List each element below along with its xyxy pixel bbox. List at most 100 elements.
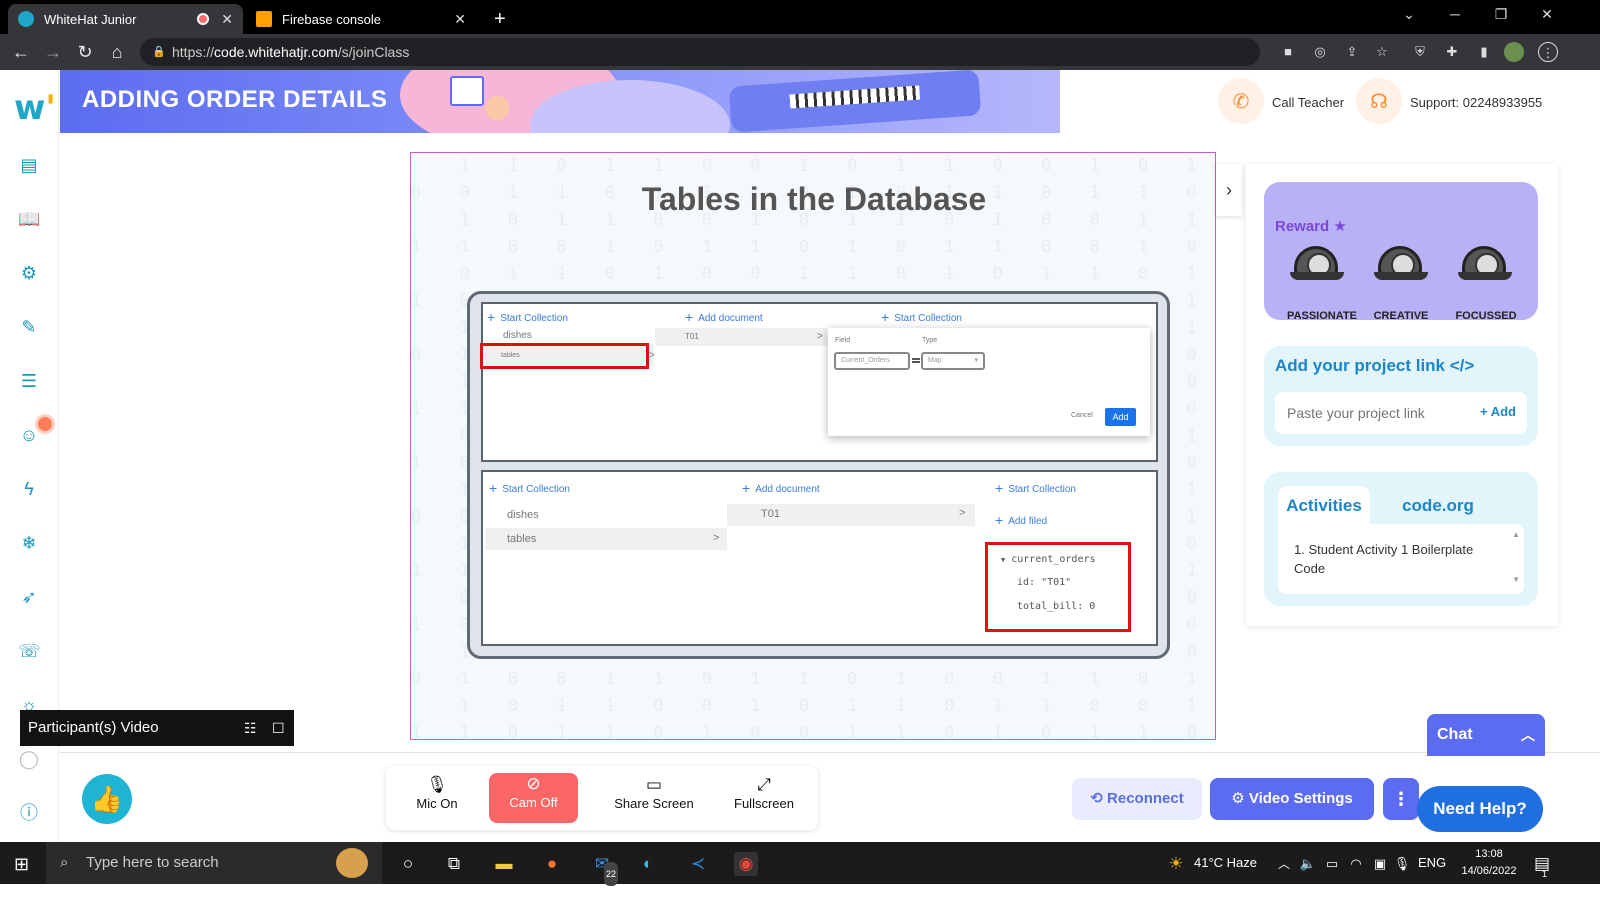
task-view-icon[interactable]: ⧉ bbox=[442, 852, 466, 876]
url-scheme: https:// bbox=[172, 44, 215, 60]
reconnect-button[interactable]: ⟲ Reconnect bbox=[1072, 778, 1202, 820]
need-help-button[interactable]: Need Help? bbox=[1417, 786, 1543, 832]
edge-icon[interactable]: ◐ bbox=[636, 852, 660, 876]
bookmark-star-icon[interactable]: ☆ bbox=[1372, 42, 1392, 62]
restore-icon[interactable]: ❐ bbox=[1486, 6, 1516, 23]
call-teacher-link[interactable]: Call Teacher bbox=[1272, 95, 1344, 110]
fullscreen-button[interactable]: ⤢ Fullscreen bbox=[726, 774, 802, 822]
volume-icon[interactable]: 🔈 bbox=[1296, 852, 1320, 876]
sidebar-info-icon[interactable]: ⓘ bbox=[18, 802, 40, 824]
tab-firebase-console[interactable]: Firebase console ✕ bbox=[246, 4, 476, 34]
reward-title: Reward ★ bbox=[1275, 218, 1347, 235]
camera-button[interactable]: ⊘ Cam Off bbox=[489, 773, 578, 823]
tab-search-icon[interactable]: ⌄ bbox=[1394, 6, 1424, 23]
thumbs-up-button[interactable]: 👍 bbox=[82, 774, 132, 824]
battery-icon[interactable]: ▭ bbox=[1320, 852, 1344, 876]
document-item: T01 bbox=[685, 332, 699, 341]
share-screen-button[interactable]: ▭ Share Screen bbox=[602, 774, 706, 822]
forward-icon[interactable]: → bbox=[40, 40, 66, 64]
student-illustration bbox=[485, 96, 509, 120]
field-label: Field bbox=[835, 337, 851, 344]
file-explorer-icon[interactable]: ▬ bbox=[492, 852, 516, 876]
taskbar-search[interactable]: ⌕ Type here to search bbox=[46, 842, 382, 884]
field-input: Current_Orders bbox=[834, 352, 910, 370]
chrome-icon[interactable]: ◉ bbox=[734, 852, 758, 876]
windows-start-icon[interactable]: ⊞ bbox=[14, 854, 29, 875]
start-collection-link: + Start Collection bbox=[487, 309, 568, 325]
tray-chevron-icon[interactable]: ︿ bbox=[1272, 852, 1296, 876]
extensions-puzzle-icon[interactable]: ✚ bbox=[1442, 42, 1462, 62]
address-bar[interactable]: 🔒 https://code.whitehatjr.com/s/joinClas… bbox=[140, 38, 1260, 66]
maximize-icon[interactable]: ☐ bbox=[272, 710, 285, 746]
notification-center-icon[interactable]: ▤ 1 bbox=[1530, 852, 1554, 879]
app-area: w' ▤ 📖 ⚙ ✎ ☰ ☺ ϟ ❄ ➶ ☏ ☼ ◯ ⓘ ADDING ORDE… bbox=[0, 70, 1600, 866]
menu-kebab-icon[interactable]: ⋮ bbox=[1538, 42, 1558, 62]
highlight-box bbox=[480, 343, 649, 369]
close-tab-icon[interactable]: ✕ bbox=[221, 11, 233, 28]
activities-list: 1. Student Activity 1 Boilerplate Code ▲… bbox=[1278, 524, 1524, 594]
sidebar-calendar-icon[interactable]: ▤ bbox=[18, 154, 40, 176]
activities-card: Activities code.org 1. Student Activity … bbox=[1264, 472, 1538, 606]
tab-activities[interactable]: Activities bbox=[1278, 486, 1370, 526]
wifi-icon[interactable]: ◠ bbox=[1344, 852, 1368, 876]
phone-icon[interactable]: ✆ bbox=[1218, 78, 1264, 124]
cortana-icon[interactable]: ○ bbox=[396, 852, 420, 876]
home-icon[interactable]: ⌂ bbox=[104, 40, 130, 64]
collapse-panel-button[interactable]: › bbox=[1216, 164, 1242, 216]
vscode-icon[interactable]: ≺ bbox=[686, 852, 710, 876]
camera-icon[interactable]: ■ bbox=[1278, 42, 1298, 62]
tab-code-org[interactable]: code.org bbox=[1388, 486, 1488, 526]
participants-label: Participant(s) Video bbox=[28, 719, 159, 736]
tracking-icon[interactable]: ◎ bbox=[1310, 42, 1330, 62]
more-options-button[interactable]: ⋮ bbox=[1383, 778, 1419, 820]
sidebar-book-icon[interactable]: 📖 bbox=[18, 208, 40, 230]
side-panel-icon[interactable]: ▮ bbox=[1474, 42, 1494, 62]
meet-now-icon[interactable]: ▣ bbox=[1368, 852, 1392, 876]
new-tab-button[interactable]: + bbox=[484, 4, 516, 34]
sidebar-document-icon[interactable]: ☰ bbox=[18, 370, 40, 392]
mic-button[interactable]: 🎙 Mic On bbox=[406, 774, 468, 822]
sidebar-rocket-icon[interactable]: ➶ bbox=[18, 586, 40, 608]
reload-icon[interactable]: ↻ bbox=[72, 40, 98, 64]
firefox-icon[interactable]: ● bbox=[540, 852, 564, 876]
list-scrollbar[interactable]: ▲ ▼ bbox=[1512, 530, 1520, 584]
back-icon[interactable]: ← bbox=[8, 40, 34, 64]
video-settings-button[interactable]: ⚙ Video Settings bbox=[1210, 778, 1374, 820]
sidebar-modules-icon[interactable]: ⚙ bbox=[18, 262, 40, 284]
cancel-button: Cancel bbox=[1071, 412, 1093, 419]
sidebar-smiley-icon[interactable]: ☺ bbox=[18, 424, 40, 446]
mail-badge: 22 bbox=[604, 862, 619, 886]
microphone-tray-icon[interactable]: 🎙 bbox=[1390, 852, 1414, 876]
firestore-panel-bottom: + Start Collection + Add document + Start C… bbox=[481, 470, 1158, 646]
shield-extension-icon[interactable]: ⛨ bbox=[1410, 42, 1430, 62]
sidebar-snowflake-icon[interactable]: ❄ bbox=[18, 532, 40, 554]
add-project-link-button[interactable]: + Add bbox=[1480, 404, 1516, 419]
sidebar-support-icon[interactable]: ☏ bbox=[18, 640, 41, 662]
language-indicator[interactable]: ENG bbox=[1418, 842, 1446, 884]
focussed-cap-icon bbox=[1456, 238, 1512, 290]
tab-whitehat-junior[interactable]: WhiteHat Junior ✕ bbox=[8, 4, 243, 34]
url-path: /s/joinClass bbox=[337, 44, 410, 60]
sidebar-notes-icon[interactable]: ✎ bbox=[18, 316, 40, 338]
weather-icon[interactable]: ☀ bbox=[1164, 852, 1188, 876]
close-tab-icon[interactable]: ✕ bbox=[454, 11, 466, 28]
sidebar-user-icon[interactable]: ◯ bbox=[18, 748, 40, 770]
profile-avatar-icon[interactable] bbox=[1504, 42, 1524, 62]
weather-text[interactable]: 41°C Haze bbox=[1194, 842, 1257, 884]
slide-title: Tables in the Database bbox=[641, 181, 987, 217]
close-window-icon[interactable]: ✕ bbox=[1532, 6, 1562, 23]
headset-icon[interactable]: ☊ bbox=[1356, 78, 1402, 124]
chat-button[interactable]: Chat ︿ bbox=[1427, 714, 1545, 756]
start-collection-link: + Start Collection bbox=[995, 480, 1076, 496]
layout-icon[interactable]: ☷ bbox=[244, 710, 257, 746]
minimize-icon[interactable]: ─ bbox=[1440, 6, 1470, 22]
page-title: ADDING ORDER DETAILS bbox=[82, 86, 388, 113]
share-icon[interactable]: ⇪ bbox=[1342, 42, 1362, 62]
tab-title: WhiteHat Junior bbox=[44, 11, 137, 27]
equals-icon bbox=[912, 358, 920, 363]
keyboard-illustration bbox=[728, 70, 982, 133]
sidebar-lightning-icon[interactable]: ϟ bbox=[18, 478, 40, 500]
clock[interactable]: 13:08 14/06/2022 bbox=[1452, 846, 1526, 880]
activity-item[interactable]: 1. Student Activity 1 Boilerplate Code bbox=[1294, 540, 1494, 578]
mail-icon[interactable]: ✉ 22 bbox=[590, 852, 619, 886]
